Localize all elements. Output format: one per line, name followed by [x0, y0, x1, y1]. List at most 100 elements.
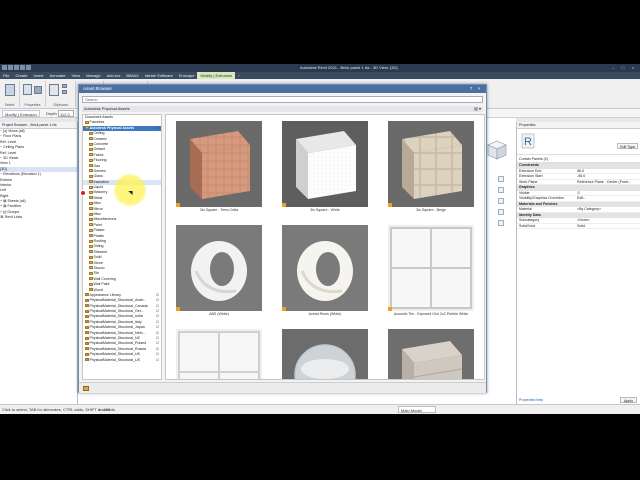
asset-tile[interactable] — [176, 329, 262, 379]
asset-thumbnail — [388, 329, 474, 379]
asset-thumbnail — [282, 225, 368, 311]
property-row: Work Plane Reference Plane : Center (Fron… — [517, 180, 640, 186]
minimize-icon[interactable]: – — [608, 64, 618, 72]
ribbon-tab[interactable]: Manage — [83, 72, 103, 79]
view-options-icon[interactable]: ▤ ▾ — [474, 106, 481, 112]
property-value[interactable]: Reference Plane : Center (Front... — [577, 180, 637, 186]
copy-icon[interactable] — [62, 90, 67, 94]
viewcube-icon[interactable] — [485, 138, 509, 162]
add-library-icon[interactable] — [83, 386, 89, 391]
properties-tool-icon[interactable] — [23, 84, 32, 95]
edit-type-button[interactable]: Edit Type — [617, 143, 638, 149]
type-icon-letter: R — [524, 136, 532, 148]
folder-icon — [89, 266, 93, 270]
folder-icon — [89, 288, 93, 292]
view-scale[interactable]: 1 : 100 — [98, 405, 110, 414]
asset-thumbnail — [388, 121, 474, 207]
close-icon[interactable]: × — [475, 85, 483, 93]
maximize-icon[interactable]: □ — [618, 64, 628, 72]
window-controls[interactable]: – □ × — [608, 64, 638, 72]
tree-item-label: Soild — [93, 255, 102, 260]
tree-item-label: Stone — [93, 260, 103, 265]
ribbon-tab[interactable]: Add-Ins — [104, 72, 124, 79]
asset-search-input[interactable]: Search — [82, 96, 483, 103]
ribbon-tab[interactable]: View — [69, 72, 84, 79]
project-browser-tree[interactable]: − [o] Views (all) − Floor Plans Ref. Lev… — [0, 129, 77, 221]
asset-badge-icon — [388, 307, 392, 311]
asset-tile[interactable] — [388, 329, 474, 379]
folder-icon — [89, 217, 93, 221]
ribbon-group-label: Select — [4, 103, 15, 107]
asset-thumbnail — [176, 225, 262, 311]
folder-icon — [89, 255, 93, 259]
ribbon-group-clipboard[interactable]: Clipboard — [46, 81, 76, 107]
asset-grid[interactable]: 3in Square - Terra Cotta 3in Square - Whi… — [165, 114, 485, 380]
close-icon[interactable]: × — [628, 64, 638, 72]
type-selector[interactable]: R Edit Type — [517, 129, 640, 155]
asset-tile[interactable]: Acetal Resin (White) — [282, 225, 368, 323]
ribbon-tab[interactable]: Ideate Software — [142, 72, 176, 79]
property-value[interactable]: <By Category> — [577, 207, 637, 213]
folder-icon — [85, 331, 89, 335]
tree-item[interactable]: PhysicalMaterial_Structural_US ⊡ — [83, 358, 161, 363]
property-value[interactable]: Edit... — [577, 196, 637, 202]
tree-item-label: PhysicalMaterial_Structural_UK — [89, 352, 141, 357]
modify-tool-icon[interactable] — [5, 84, 15, 96]
tree-item-label: Miscellaneous — [93, 217, 117, 222]
library-tree[interactable]: Document Assets Favorites Autodesk Physica… — [82, 114, 162, 380]
asset-badge-icon — [282, 307, 286, 311]
orbit-icon[interactable] — [498, 209, 504, 215]
asset-browser-titlebar[interactable]: Asset Browser ? × — [79, 85, 486, 93]
asset-tile[interactable]: ABS (White) — [176, 225, 262, 323]
depth-input[interactable]: 112.0 — [58, 110, 74, 117]
ribbon-tab[interactable]: Annotate — [46, 72, 68, 79]
browser-node[interactable]: ⌘ Revit Links — [0, 215, 77, 220]
help-icon[interactable]: ? — [467, 85, 475, 93]
asset-tile[interactable] — [282, 329, 368, 379]
navigation-bar[interactable] — [497, 176, 505, 246]
asset-tile[interactable]: 3in Square - Beige — [388, 121, 474, 219]
folder-icon — [85, 336, 89, 340]
tree-item-label: Siding — [93, 244, 104, 249]
ribbon-group-properties[interactable]: Properties — [20, 81, 46, 107]
ribbon-tab[interactable]: Insert — [30, 72, 46, 79]
ribbon-tab[interactable]: Enscape — [176, 72, 198, 79]
ribbon-tab[interactable]: BIMAX — [123, 72, 141, 79]
ribbon-tab[interactable]: Modify | Extrusion — [197, 72, 236, 79]
folder-icon — [89, 131, 93, 135]
asset-caption: 3in Square - Beige — [416, 208, 446, 212]
folder-icon — [89, 234, 93, 238]
folder-icon — [85, 347, 89, 351]
tree-item-label: PhysicalMaterial_Structural_India — [89, 314, 143, 319]
type-properties-icon[interactable] — [34, 86, 42, 94]
folder-icon — [85, 320, 89, 324]
properties-table[interactable]: Constraints Extrusion End 56.0 Extrusion St… — [517, 163, 640, 229]
pan-icon[interactable] — [498, 198, 504, 204]
ribbon-tab[interactable]: File — [0, 72, 12, 79]
asset-tile[interactable]: Acoustic Tile - Exposed Grid 2x2 Pebble … — [388, 225, 474, 323]
ribbon-group-modify[interactable]: Select — [0, 81, 20, 107]
tree-item-label: Misc — [93, 212, 101, 217]
model-selector[interactable]: Main Model — [398, 406, 436, 413]
steering-wheel-icon[interactable] — [498, 176, 504, 182]
quick-access-toolbar[interactable] — [2, 65, 42, 71]
properties-help-link[interactable]: Properties help — [519, 398, 543, 402]
window-title: Autodesk Revit 2021 - Brick panel 1.rfa … — [300, 65, 398, 70]
instance-filter[interactable]: Curtain Panels (2) — [517, 155, 640, 163]
folder-icon — [89, 137, 93, 141]
zoom-extents-icon[interactable] — [498, 220, 504, 226]
folder-icon — [85, 325, 89, 329]
tree-item-label: Liquid — [93, 185, 104, 190]
cut-icon[interactable] — [62, 84, 67, 88]
ribbon-tabs: File Create Insert Annotate View Manage Add-In… — [0, 72, 640, 79]
apply-button[interactable]: Apply — [620, 397, 637, 403]
folder-icon — [85, 358, 89, 362]
property-value[interactable]: Solid — [577, 224, 637, 230]
asset-tile[interactable]: 3in Square - White — [282, 121, 368, 219]
ribbon-tab[interactable]: Create — [12, 72, 30, 79]
paste-icon[interactable] — [49, 84, 59, 96]
ribbon-tab[interactable]: ▫ — [235, 72, 242, 79]
zoom-icon[interactable] — [498, 187, 504, 193]
asset-tile[interactable]: 3in Square - Terra Cotta — [176, 121, 262, 219]
folder-icon — [89, 201, 93, 205]
